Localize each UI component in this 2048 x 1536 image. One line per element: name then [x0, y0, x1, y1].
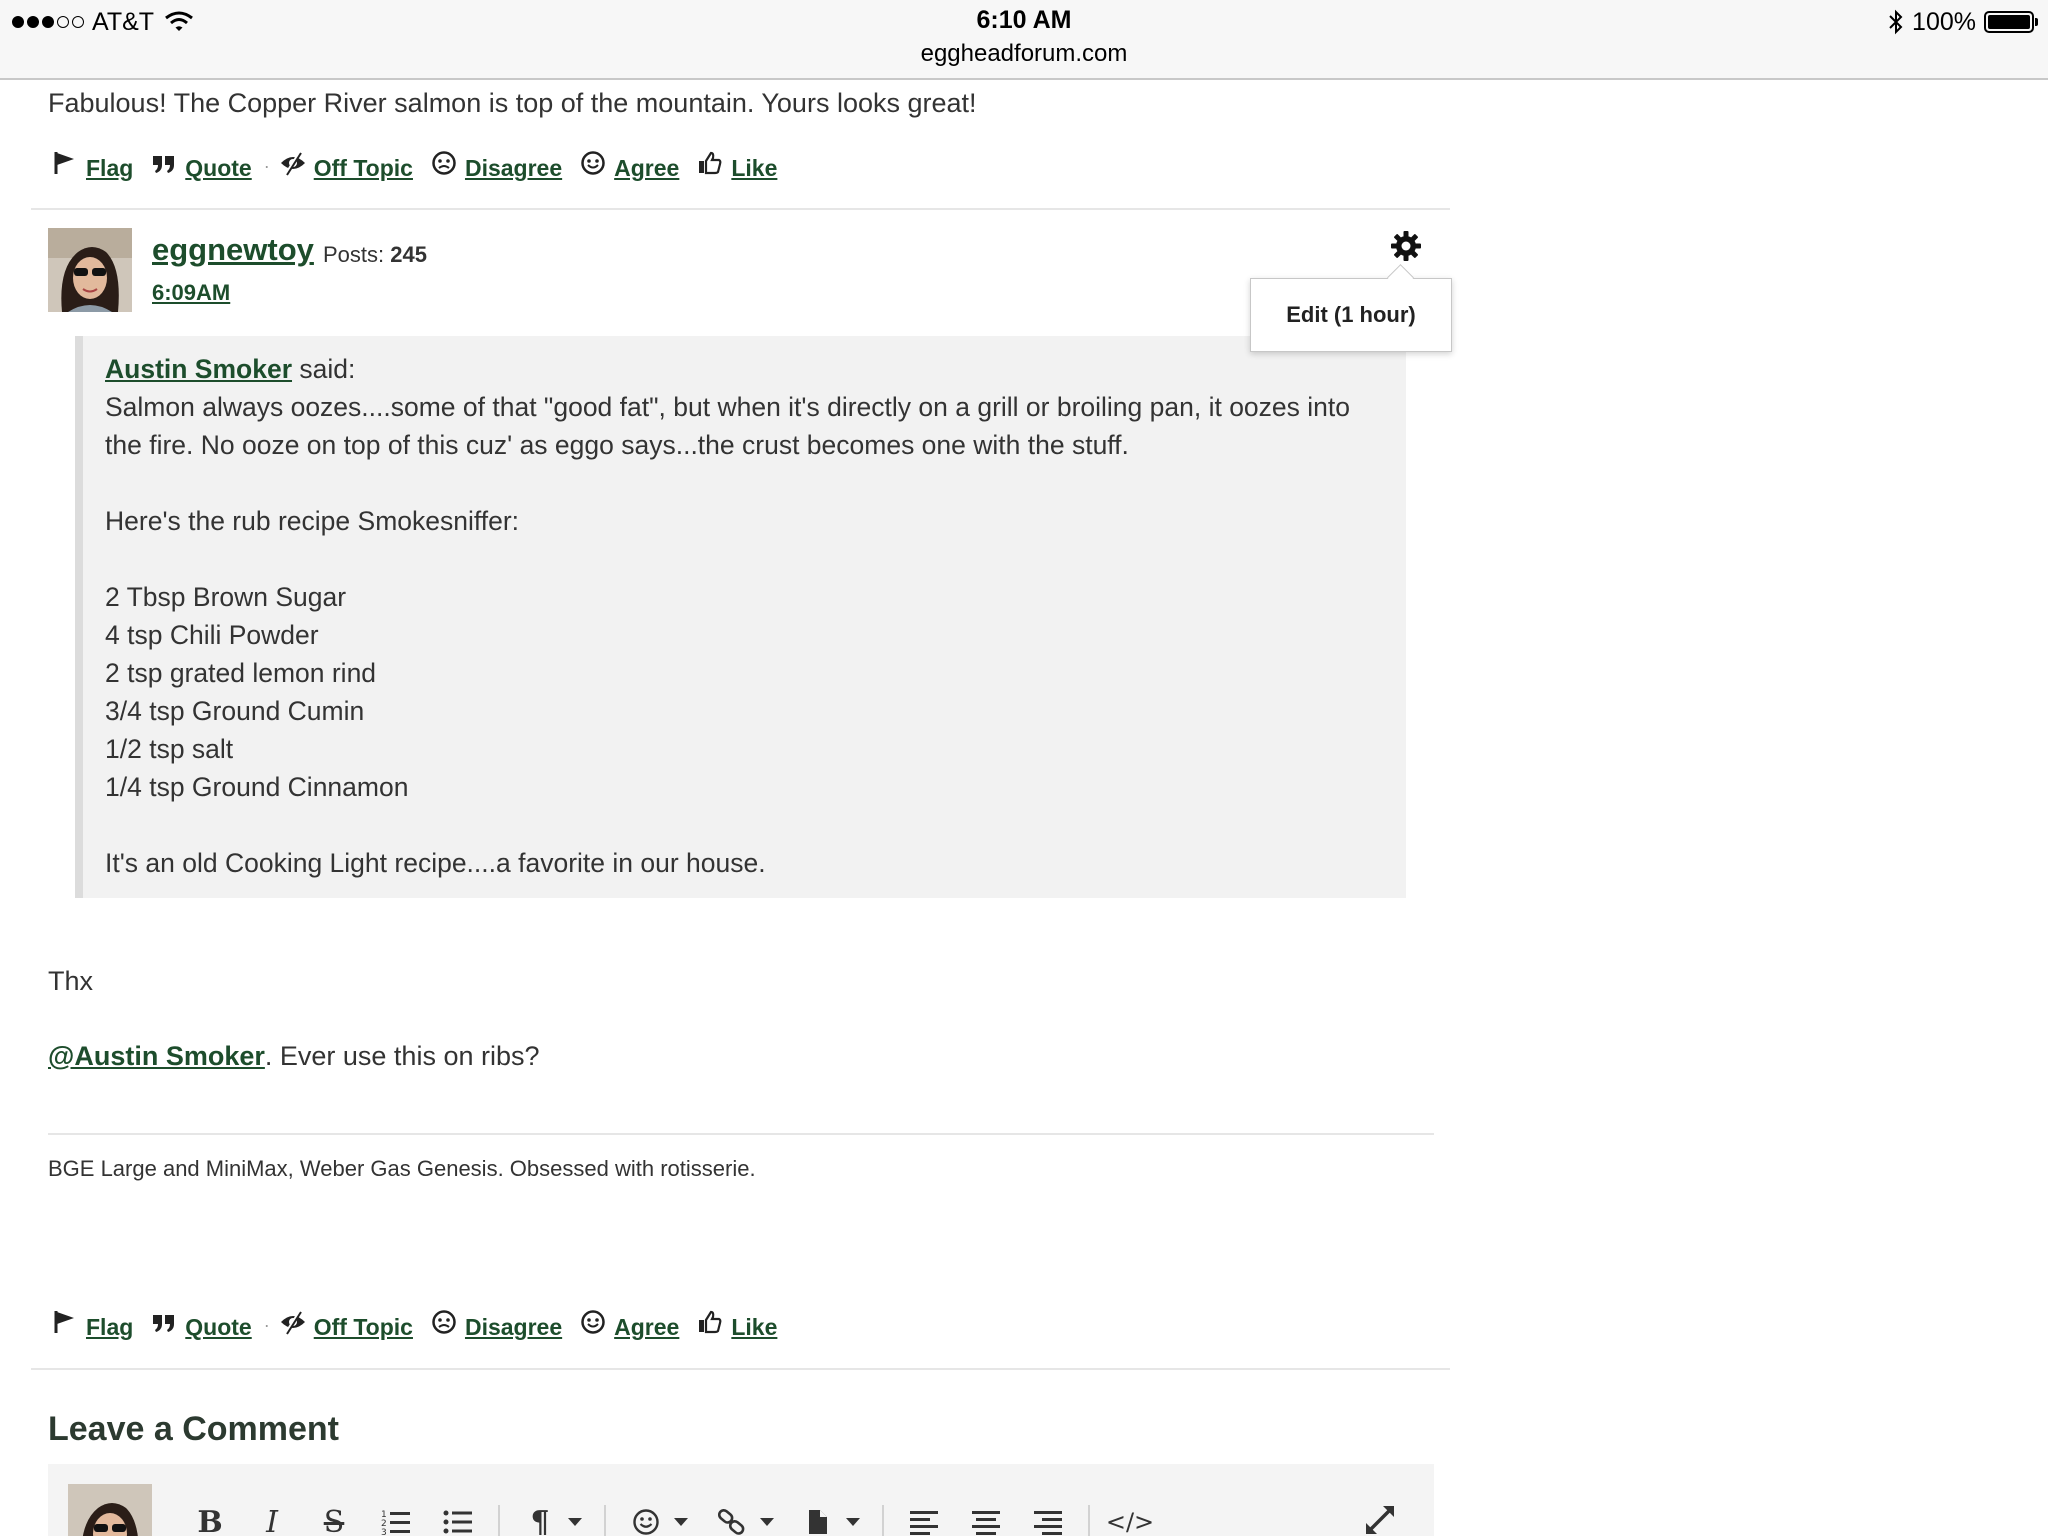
author-name-link[interactable]: eggnewtoy	[152, 232, 314, 268]
chevron-down-icon[interactable]	[674, 1518, 688, 1526]
off-topic-reaction[interactable]: Off Topic	[280, 1309, 413, 1341]
editor-toolbar: B I S 123 ¶ </>	[188, 1500, 1170, 1536]
comment-editor: B I S 123 ¶ </>	[48, 1464, 1434, 1536]
battery-percent: 100%	[1912, 7, 1976, 36]
quote-text: Here's the rub recipe Smokesniffer:	[105, 506, 520, 536]
recipe-item: 2 Tbsp Brown Sugar	[105, 582, 347, 612]
align-center-button[interactable]	[964, 1500, 1008, 1536]
quote-block: Austin Smoker said: Salmon always oozes.…	[75, 336, 1406, 898]
like-reaction[interactable]: Like	[697, 1309, 777, 1341]
separator-dot: ·	[263, 1314, 270, 1335]
flag-reaction[interactable]: Flag	[52, 150, 133, 182]
post-divider	[31, 208, 1450, 210]
paragraph-format-button[interactable]: ¶	[518, 1500, 562, 1536]
recipe-item: 4 tsp Chili Powder	[105, 620, 319, 650]
agree-reaction[interactable]: Agree	[580, 150, 679, 182]
address-bar[interactable]: eggheadforum.com	[0, 40, 2048, 68]
clock: 6:10 AM	[976, 6, 1072, 34]
recipe-item: 2 tsp grated lemon rind	[105, 658, 377, 688]
status-right: 100%	[1888, 6, 2038, 38]
ordered-list-button[interactable]: 123	[374, 1500, 418, 1536]
like-reaction[interactable]: Like	[697, 150, 777, 182]
quote-text: Salmon always oozes....some of that "goo…	[105, 392, 1350, 460]
avatar-photo	[68, 1484, 152, 1536]
strikethrough-button[interactable]: S	[312, 1500, 356, 1536]
toolbar-divider	[1088, 1505, 1090, 1536]
off-topic-icon	[280, 151, 305, 176]
smiley-icon	[633, 1509, 659, 1535]
svg-text:3: 3	[381, 1528, 387, 1536]
align-left-button[interactable]	[902, 1500, 946, 1536]
disagree-face-icon	[432, 1310, 456, 1334]
user-signature: BGE Large and MiniMax, Weber Gas Genesis…	[48, 1156, 756, 1181]
code-view-button[interactable]: </>	[1106, 1500, 1154, 1536]
document-icon	[809, 1510, 827, 1534]
flag-reaction[interactable]: Flag	[52, 1309, 133, 1341]
flag-icon	[54, 1311, 74, 1333]
insert-link-button[interactable]	[710, 1500, 754, 1536]
bullet-list-icon	[443, 1510, 472, 1534]
align-left-icon	[910, 1511, 938, 1535]
post-body-text: Thx	[48, 966, 94, 996]
quote-icon	[153, 156, 175, 173]
status-bar: AT&T 6:10 AM eggheadforum.com 100%	[0, 0, 2048, 80]
disagree-reaction[interactable]: Disagree	[431, 1309, 562, 1341]
author-avatar[interactable]	[48, 228, 132, 312]
post-divider	[31, 1368, 1450, 1370]
toolbar-divider	[882, 1505, 884, 1536]
reaction-bar: Flag Quote · Off Topic Disagree Agree Li…	[52, 1309, 795, 1341]
quote-reaction[interactable]: Quote	[151, 1309, 252, 1341]
post-options-popover: Edit (1 hour)	[1250, 278, 1452, 352]
edit-menu-item[interactable]: Edit (1 hour)	[1286, 302, 1416, 328]
align-center-icon	[972, 1511, 1000, 1535]
quote-text: It's an old Cooking Light recipe....a fa…	[105, 848, 766, 878]
leave-comment-heading: Leave a Comment	[48, 1410, 339, 1448]
quote-reaction[interactable]: Quote	[151, 150, 252, 182]
italic-button[interactable]: I	[250, 1500, 294, 1536]
post-count: Posts: 245	[323, 242, 427, 267]
thumbs-up-icon	[699, 1310, 722, 1334]
gear-icon[interactable]	[1390, 230, 1422, 262]
agree-face-icon	[581, 151, 605, 175]
ordered-list-icon: 123	[381, 1510, 410, 1536]
post-body-text: @Austin Smoker. Ever use this on ribs?	[48, 1041, 540, 1071]
toolbar-divider	[604, 1505, 606, 1536]
align-right-button[interactable]	[1026, 1500, 1070, 1536]
avatar-photo	[48, 228, 132, 312]
separator-dot: ·	[263, 155, 270, 176]
align-right-icon	[1034, 1511, 1062, 1535]
quote-attribution: Austin Smoker said:	[105, 354, 356, 384]
chevron-down-icon[interactable]	[760, 1518, 774, 1526]
current-user-avatar	[68, 1484, 152, 1536]
link-icon	[717, 1508, 745, 1535]
disagree-reaction[interactable]: Disagree	[431, 150, 562, 182]
quote-icon	[153, 1315, 175, 1332]
reaction-bar-previous: Flag Quote · Off Topic Disagree Agree Li…	[52, 150, 795, 182]
chevron-down-icon[interactable]	[568, 1518, 582, 1526]
recipe-item: 1/2 tsp salt	[105, 734, 234, 764]
bold-button[interactable]: B	[188, 1500, 232, 1536]
thumbs-up-icon	[699, 151, 722, 175]
recipe-item: 3/4 tsp Ground Cumin	[105, 696, 365, 726]
disagree-face-icon	[432, 151, 456, 175]
quoted-author-link[interactable]: Austin Smoker	[105, 354, 292, 384]
mention-link[interactable]: @Austin Smoker	[48, 1041, 265, 1071]
recipe-item: 1/4 tsp Ground Cinnamon	[105, 772, 409, 802]
battery-icon	[1984, 11, 2038, 33]
bullet-list-button[interactable]	[436, 1500, 480, 1536]
toolbar-divider	[498, 1505, 500, 1536]
insert-file-button[interactable]	[796, 1500, 840, 1536]
emoji-button[interactable]	[624, 1500, 668, 1536]
flag-icon	[54, 152, 74, 174]
bluetooth-icon	[1889, 9, 1903, 35]
off-topic-icon	[280, 1310, 305, 1335]
chevron-down-icon[interactable]	[846, 1518, 860, 1526]
signature-divider	[48, 1133, 1434, 1135]
previous-post-text: Fabulous! The Copper River salmon is top…	[48, 88, 977, 118]
off-topic-reaction[interactable]: Off Topic	[280, 150, 413, 182]
post-timestamp-link[interactable]: 6:09AM	[152, 280, 230, 306]
agree-face-icon	[581, 1310, 605, 1334]
agree-reaction[interactable]: Agree	[580, 1309, 679, 1341]
expand-icon[interactable]	[1362, 1502, 1398, 1536]
